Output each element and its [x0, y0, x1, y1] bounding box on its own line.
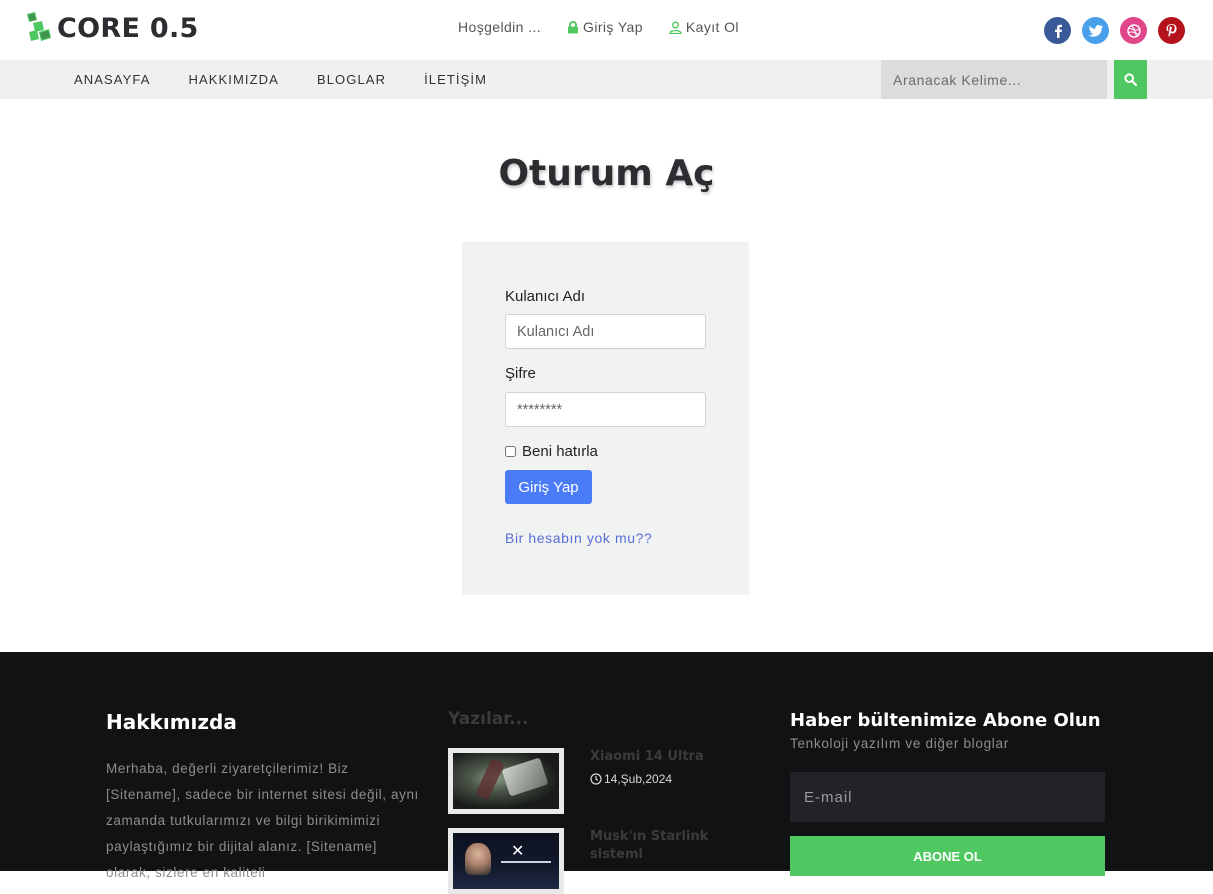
post-title[interactable]: Xiaomi 14 Ultra — [590, 748, 740, 766]
search-button[interactable] — [1114, 60, 1147, 99]
subscribe-button[interactable]: ABONE OL — [790, 836, 1105, 876]
post-title[interactable]: Musk'ın Starlink sistemi — [590, 828, 740, 864]
post-image — [453, 753, 559, 809]
login-link[interactable]: Giriş Yap — [567, 19, 643, 35]
username-label: Kulanıcı Adı — [505, 288, 586, 305]
pinterest-icon[interactable] — [1158, 17, 1185, 44]
login-form: Kulanıcı Adı Şifre Beni hatırla Giriş Ya… — [462, 242, 749, 595]
facebook-icon[interactable] — [1044, 17, 1071, 44]
nav-menu: ANASAYFA HAKKIMIZDA BLOGLAR İLETİŞİM — [74, 60, 525, 99]
footer-about-text: Merhaba, değerli ziyaretçilerimiz! Biz [… — [106, 761, 419, 880]
post-thumbnail[interactable]: ✕ — [448, 828, 564, 894]
nav-item-iletisim[interactable]: İLETİŞİM — [424, 72, 487, 87]
remember-me: Beni hatırla — [505, 443, 598, 460]
search-icon — [1124, 73, 1137, 86]
page-title: Oturum Aç — [498, 153, 715, 194]
brand-name: CORE 0.5 — [57, 12, 199, 44]
welcome-text: Hoşgeldin ... — [458, 19, 541, 35]
footer-newsletter-subtitle: Tenkoloji yazılım ve diğer bloglar — [790, 736, 1009, 751]
footer-newsletter-title: Haber bültenimize Abone Olun — [790, 710, 1101, 731]
dribbble-icon[interactable] — [1120, 17, 1147, 44]
nav-item-hakkimizda[interactable]: HAKKIMIZDA — [188, 72, 278, 87]
post-date-text: 14,Şub,2024 — [604, 772, 673, 786]
footer: Hakkımızda Merhaba, değerli ziyaretçiler… — [0, 652, 1213, 894]
search-input[interactable] — [881, 60, 1107, 99]
register-link[interactable]: Kayıt Ol — [669, 19, 739, 35]
footer-posts-title: Yazılar... — [448, 709, 529, 729]
post-date: 14,Şub,2024 — [590, 772, 672, 786]
social-links — [1044, 17, 1185, 44]
twitter-icon[interactable] — [1082, 17, 1109, 44]
newsletter-email-input[interactable] — [790, 772, 1105, 822]
register-link-label: Kayıt Ol — [685, 19, 739, 35]
main-nav: ANASAYFA HAKKIMIZDA BLOGLAR İLETİŞİM — [0, 60, 1213, 99]
username-input[interactable] — [505, 314, 706, 349]
login-button[interactable]: Giriş Yap — [505, 470, 592, 504]
password-label: Şifre — [505, 365, 536, 382]
password-input[interactable] — [505, 392, 706, 427]
post-image: ✕ — [453, 833, 559, 889]
nav-item-anasayfa[interactable]: ANASAYFA — [74, 72, 150, 87]
nav-item-bloglar[interactable]: BLOGLAR — [317, 72, 386, 87]
no-account-link[interactable]: Bir hesabın yok mu?? — [505, 530, 652, 546]
top-bar: CORE 0.5 Hoşgeldin ... Giriş Yap Kayıt O… — [0, 0, 1213, 60]
top-links: Hoşgeldin ... Giriş Yap Kayıt Ol — [458, 19, 765, 35]
clock-icon — [590, 773, 602, 785]
welcome-label: Hoşgeldin ... — [458, 19, 542, 35]
login-link-label: Giriş Yap — [583, 19, 643, 35]
remember-checkbox[interactable] — [505, 446, 516, 457]
remember-label: Beni hatırla — [522, 443, 598, 460]
logo[interactable]: CORE 0.5 — [25, 12, 199, 44]
logo-icon — [27, 12, 51, 41]
user-icon — [669, 21, 682, 34]
lock-icon — [568, 20, 579, 33]
footer-about-title: Hakkımızda — [106, 710, 237, 734]
post-thumbnail[interactable] — [448, 748, 564, 814]
